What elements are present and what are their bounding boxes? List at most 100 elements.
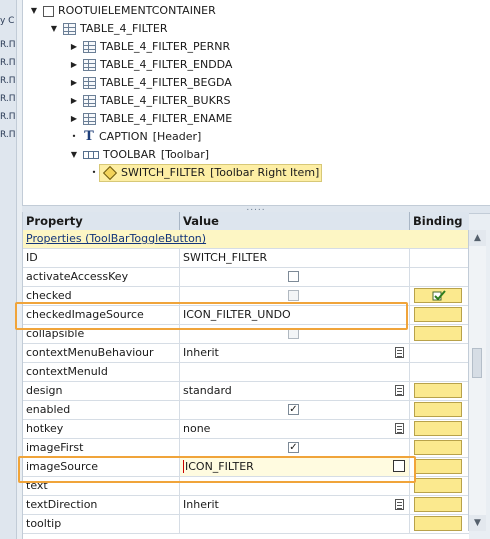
binding-button[interactable] — [414, 478, 462, 493]
collapsible-checkbox[interactable] — [288, 328, 299, 339]
header-binding[interactable]: Binding — [410, 212, 469, 230]
binding-button[interactable] — [414, 421, 462, 436]
group-row[interactable]: Properties (ToolBarToggleButton) — [23, 230, 469, 249]
image-source-input[interactable]: ICON_FILTER — [180, 458, 410, 476]
checked-image-source-value[interactable]: ICON_FILTER_UNDO — [180, 306, 410, 324]
binding-button[interactable] — [414, 288, 462, 303]
value-help-icon[interactable] — [395, 423, 404, 434]
left-strip-item[interactable]: R.П — [0, 90, 16, 108]
table-column-icon — [83, 95, 96, 107]
hotkey-value: none — [183, 422, 211, 435]
property-name: textDirection — [23, 496, 180, 514]
property-value: ✓ — [180, 439, 410, 457]
binding-button[interactable] — [414, 326, 462, 341]
binding-button[interactable] — [414, 459, 462, 474]
selected-node-highlight[interactable]: SWITCH_FILTER [Toolbar Right Item] — [99, 164, 323, 182]
expand-arrow-icon[interactable]: ▶ — [69, 110, 79, 128]
property-value[interactable] — [180, 515, 410, 533]
binding-button[interactable] — [414, 516, 462, 531]
scroll-up-icon[interactable]: ▲ — [469, 230, 486, 246]
binding-button[interactable] — [414, 307, 462, 322]
tree-node-column-bukrs[interactable]: ▶ TABLE_4_FILTER_BUKRS — [69, 92, 230, 110]
property-value[interactable] — [180, 363, 410, 381]
tree-node-switch-filter[interactable]: • SWITCH_FILTER [Toolbar Right Item] — [89, 164, 323, 182]
table-row[interactable]: checkedImageSource ICON_FILTER_UNDO — [23, 306, 469, 325]
left-strip-item[interactable]: R.П — [0, 126, 16, 144]
expand-arrow-icon[interactable]: ▶ — [69, 38, 79, 56]
group-label[interactable]: Properties (ToolBarToggleButton) — [23, 230, 206, 248]
tree-node-column-begda[interactable]: ▶ TABLE_4_FILTER_BEGDA — [69, 74, 232, 92]
property-name: imageSource — [23, 458, 180, 476]
value-help-icon[interactable] — [395, 499, 404, 510]
tree-node-label: SWITCH_FILTER — [121, 166, 206, 179]
table-row[interactable]: textDirection Inherit — [23, 496, 469, 515]
tree-node-label: TABLE_4_FILTER_PERNR — [100, 40, 231, 53]
expand-arrow-icon[interactable]: ▶ — [69, 92, 79, 110]
activate-access-key-checkbox[interactable] — [288, 271, 299, 282]
tree-node-root[interactable]: ▼ ROOTUIELEMENTCONTAINER — [29, 2, 216, 20]
table-icon — [63, 23, 76, 35]
collapse-arrow-icon[interactable]: ▼ — [49, 20, 59, 38]
table-row[interactable]: activateAccessKey — [23, 268, 469, 287]
property-grid: Property Value Binding Properties (ToolB… — [22, 212, 469, 539]
table-row[interactable]: checked — [23, 287, 469, 306]
left-strip-item[interactable]: y C — [0, 12, 16, 30]
image-first-checkbox[interactable]: ✓ — [288, 442, 299, 453]
expand-arrow-icon[interactable]: ▶ — [69, 74, 79, 92]
table-row[interactable]: text — [23, 477, 469, 496]
property-value[interactable]: Inherit — [180, 344, 410, 362]
table-row[interactable]: imageFirst ✓ — [23, 439, 469, 458]
value-help-icon[interactable] — [395, 347, 404, 358]
grid-scrollbar[interactable]: ▲ ▼ — [468, 230, 486, 531]
table-row[interactable]: design standard — [23, 382, 469, 401]
value-help-icon[interactable] — [393, 460, 405, 472]
property-name: text — [23, 477, 180, 495]
left-strip-item[interactable]: R.П — [0, 54, 16, 72]
header-value[interactable]: Value — [180, 212, 410, 230]
binding-button[interactable] — [414, 440, 462, 455]
binding-button[interactable] — [414, 497, 462, 512]
checked-checkbox[interactable] — [288, 290, 299, 301]
left-strip-item[interactable]: R.П — [0, 36, 16, 54]
expand-arrow-icon[interactable]: ▶ — [69, 56, 79, 74]
scroll-thumb[interactable] — [472, 348, 482, 378]
table-row[interactable]: imageSource ICON_FILTER — [23, 458, 469, 477]
left-strip-item[interactable]: R.П — [0, 72, 16, 90]
collapse-arrow-icon[interactable]: ▼ — [69, 146, 79, 164]
tree-node-table[interactable]: ▼ TABLE_4_FILTER — [49, 20, 168, 38]
property-value[interactable]: standard — [180, 382, 410, 400]
table-row[interactable]: enabled ✓ — [23, 401, 469, 420]
binding-cell — [410, 477, 469, 495]
tree-node-column-endda[interactable]: ▶ TABLE_4_FILTER_ENDDA — [69, 56, 232, 74]
scroll-down-icon[interactable]: ▼ — [469, 515, 486, 531]
table-row[interactable]: contextMenuId — [23, 363, 469, 382]
property-value[interactable]: SWITCH_FILTER — [180, 249, 410, 267]
table-row[interactable]: tooltip — [23, 515, 469, 534]
header-property[interactable]: Property — [23, 212, 180, 230]
property-value[interactable] — [180, 477, 410, 495]
table-row[interactable]: contextMenuBehaviour Inherit — [23, 344, 469, 363]
tree-node-column-ename[interactable]: ▶ TABLE_4_FILTER_ENAME — [69, 110, 232, 128]
value-help-icon[interactable] — [395, 385, 404, 396]
binding-cell — [410, 363, 469, 381]
property-value[interactable]: none — [180, 420, 410, 438]
property-name: contextMenuBehaviour — [23, 344, 180, 362]
design-value: standard — [183, 384, 232, 397]
table-row[interactable]: collapsible — [23, 325, 469, 344]
context-menu-behaviour-value: Inherit — [183, 346, 219, 359]
binding-button[interactable] — [414, 383, 462, 398]
table-row[interactable]: hotkey none — [23, 420, 469, 439]
left-strip-item[interactable]: R.П — [0, 108, 16, 126]
collapse-arrow-icon[interactable]: ▼ — [29, 2, 39, 20]
tree-node-toolbar[interactable]: ▼ TOOLBAR [Toolbar] — [69, 146, 209, 164]
property-name: checkedImageSource — [23, 306, 180, 324]
property-value[interactable]: Inherit — [180, 496, 410, 514]
tree-node-caption[interactable]: • T CAPTION [Header] — [69, 128, 202, 146]
property-name: checked — [23, 287, 180, 305]
tree-node-column-pernr[interactable]: ▶ TABLE_4_FILTER_PERNR — [69, 38, 230, 56]
enabled-checkbox[interactable]: ✓ — [288, 404, 299, 415]
table-row[interactable]: ID SWITCH_FILTER — [23, 249, 469, 268]
binding-button[interactable] — [414, 402, 462, 417]
tree-node-label: CAPTION — [99, 130, 148, 143]
tree-node-label: ROOTUIELEMENTCONTAINER — [58, 4, 216, 17]
